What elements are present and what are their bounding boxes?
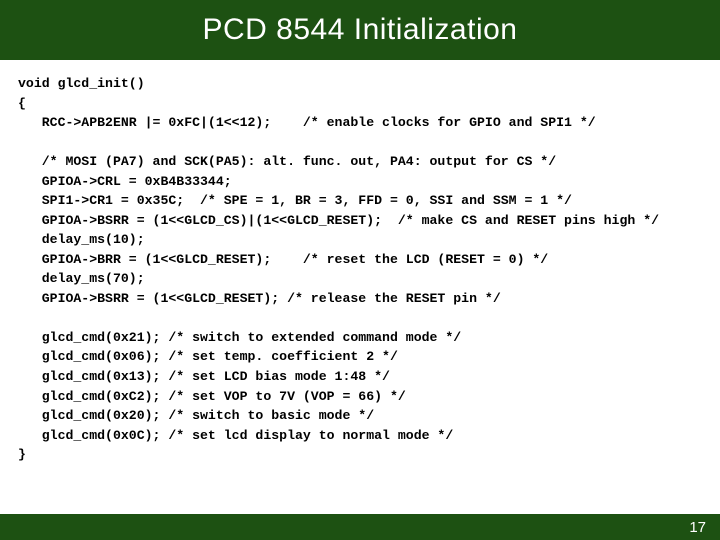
slide: PCD 8544 Initialization void glcd_init()… [0, 0, 720, 540]
slide-title: PCD 8544 Initialization [202, 13, 517, 47]
code-block: void glcd_init() { RCC->APB2ENR |= 0xFC|… [0, 60, 720, 465]
page-number: 17 [689, 519, 706, 536]
title-bar: PCD 8544 Initialization [0, 0, 720, 60]
footer-bar: 17 [0, 514, 720, 540]
